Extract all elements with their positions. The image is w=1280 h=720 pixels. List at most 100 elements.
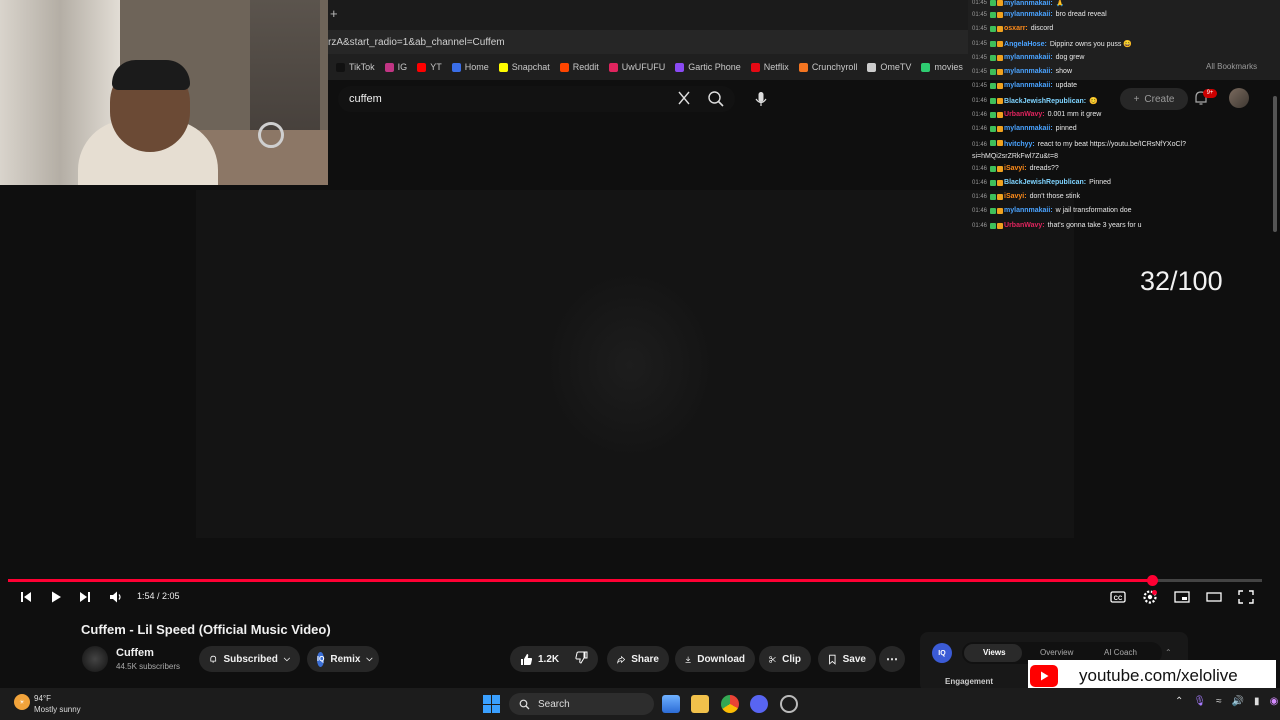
webcam-person-cap xyxy=(112,60,190,90)
share-button[interactable]: Share xyxy=(607,646,669,672)
bookmark-item[interactable]: TikTok xyxy=(336,62,375,72)
microphone-icon[interactable]: 🎙 xyxy=(1193,696,1206,707)
bookmark-item[interactable]: Netflix xyxy=(750,62,789,72)
clear-search-button[interactable] xyxy=(676,89,692,107)
chat-timestamp: 01:45 xyxy=(972,82,988,89)
voice-search-button[interactable] xyxy=(750,87,772,111)
channel-avatar[interactable] xyxy=(82,646,108,672)
chat-username[interactable]: mylannmakaii: xyxy=(1004,0,1053,7)
chat-username[interactable]: osxarr: xyxy=(1004,25,1028,32)
channel-name[interactable]: Cuffem xyxy=(116,647,154,659)
weather-icon[interactable]: ☀ xyxy=(14,694,30,710)
start-tile xyxy=(492,695,500,704)
chat-username[interactable]: mylannmakaii: xyxy=(1004,11,1053,18)
chat-message: 01:46 iSavyi: dreads?? xyxy=(972,165,1272,172)
clip-button[interactable]: Clip xyxy=(759,646,811,672)
windows-start-button[interactable] xyxy=(483,695,501,713)
stream-url-text: youtube.com/xelolive xyxy=(1079,666,1238,685)
bookmark-favicon-icon xyxy=(608,62,618,72)
chevron-up-icon[interactable]: ⌃ xyxy=(1165,648,1172,657)
chat-username[interactable]: UrbanWavy: xyxy=(1004,111,1045,118)
chat-username[interactable]: AngelaHose: xyxy=(1004,41,1047,48)
volume-button[interactable] xyxy=(107,588,125,606)
chat-username[interactable]: mylannmakaii: xyxy=(1004,68,1053,75)
chat-message: 01:46 UrbanWavy: that's gonna take 3 years… xyxy=(972,222,1272,229)
remix-button[interactable]: IQ Remix ⌵ xyxy=(307,646,379,672)
chat-badge-icon xyxy=(990,222,997,229)
wifi-icon[interactable]: ≈ xyxy=(1216,696,1222,707)
chat-username[interactable]: BlackJewishRepublican: xyxy=(1004,98,1086,105)
chat-username[interactable]: hvitchyy: xyxy=(1004,141,1035,148)
bookmark-item[interactable]: movies xyxy=(921,62,963,72)
new-tab-button[interactable]: + xyxy=(330,6,338,21)
more-actions-button[interactable]: ⋯ xyxy=(879,646,905,672)
settings-button[interactable] xyxy=(1141,588,1159,606)
theater-mode-button[interactable] xyxy=(1205,588,1223,606)
chat-username[interactable]: UrbanWavy: xyxy=(1004,222,1045,229)
chat-badge-icon xyxy=(997,179,1004,186)
chat-username[interactable]: mylannmakaii: xyxy=(1004,82,1053,89)
chat-username[interactable]: BlackJewishRepublican: xyxy=(1004,179,1086,186)
subscribed-button[interactable]: Subscribed ⌵ xyxy=(199,646,300,672)
bookmark-label: Reddit xyxy=(572,62,599,72)
bookmark-label: TikTok xyxy=(349,62,375,72)
discord-icon[interactable] xyxy=(750,695,768,713)
bookmark-label: UwUFUFU xyxy=(621,62,666,72)
like-button[interactable]: 1.2K xyxy=(520,653,559,666)
search-query[interactable]: cuffem xyxy=(349,93,382,105)
volume-icon xyxy=(110,591,121,603)
bookmark-item[interactable]: Reddit xyxy=(559,62,599,72)
chat-username[interactable]: iSavyi: xyxy=(1004,165,1027,172)
scrubber-handle[interactable] xyxy=(1146,575,1158,586)
chrome-icon[interactable] xyxy=(721,695,739,713)
taskbar-search[interactable]: Search xyxy=(509,693,654,715)
save-button[interactable]: Save xyxy=(818,646,876,672)
chat-text: bro dread reveal xyxy=(1055,11,1107,18)
bookmark-item[interactable]: YT xyxy=(417,62,442,72)
chevron-down-icon: ⌵ xyxy=(283,654,290,663)
tab-overview[interactable]: Overview xyxy=(1040,648,1073,657)
start-tile xyxy=(492,704,500,713)
battery-icon[interactable]: ▮ xyxy=(1254,696,1260,707)
page-scrollbar[interactable] xyxy=(1273,96,1277,232)
bookmark-item[interactable]: Home xyxy=(451,62,489,72)
bookmark-item[interactable]: Snapchat xyxy=(498,62,550,72)
chat-message: 01:45 mylannmakaii: dog grew xyxy=(972,54,1272,61)
miniplayer-button[interactable] xyxy=(1173,588,1191,606)
chat-username[interactable]: iSavyi: xyxy=(1004,193,1027,200)
tab-views[interactable]: Views xyxy=(983,648,1006,657)
obs-icon[interactable] xyxy=(780,695,798,713)
bookmark-item[interactable]: OmeTV xyxy=(867,62,911,72)
share-icon xyxy=(617,655,626,664)
bookmark-item[interactable]: Crunchyroll xyxy=(798,62,857,72)
chat-username[interactable]: mylannmakaii: xyxy=(1004,207,1053,214)
bookmark-label: OmeTV xyxy=(880,62,912,72)
taskview-app-icon[interactable] xyxy=(662,695,680,713)
chat-username[interactable]: mylannmakaii: xyxy=(1004,54,1053,61)
search-button[interactable] xyxy=(704,87,728,111)
next-button[interactable] xyxy=(76,588,94,606)
chat-text: w jail transformation doe xyxy=(1055,207,1132,214)
address-text[interactable]: rzA&start_radio=1&ab_channel=Cuffem xyxy=(328,37,505,48)
dislike-button[interactable] xyxy=(575,651,588,667)
fullscreen-button[interactable] xyxy=(1237,588,1255,606)
file-explorer-icon[interactable] xyxy=(691,695,709,713)
chat-timestamp: 01:45 xyxy=(972,25,988,32)
skip-previous-icon xyxy=(21,592,31,602)
speaker-icon[interactable]: 🔊 xyxy=(1232,696,1244,707)
counter-overlay: 32/100 xyxy=(1140,266,1223,296)
chat-text: 0.001 mm it grew xyxy=(1047,111,1102,118)
play-button[interactable] xyxy=(47,588,65,606)
chevron-up-icon[interactable]: ⌃ xyxy=(1175,696,1183,707)
chat-timestamp: 01:45 xyxy=(972,54,988,61)
notification-tray-icon[interactable]: ◉ xyxy=(1270,696,1279,707)
tab-ai-coach[interactable]: AI Coach xyxy=(1104,648,1137,657)
bookmark-item[interactable]: IG xyxy=(384,62,407,72)
chat-badge-icon xyxy=(997,125,1004,132)
bookmark-item[interactable]: Gartic Phone xyxy=(675,62,741,72)
captions-button[interactable]: CC xyxy=(1109,588,1127,606)
download-button[interactable]: Download xyxy=(675,646,755,672)
bookmark-item[interactable]: UwUFUFU xyxy=(608,62,666,72)
previous-button[interactable] xyxy=(17,588,35,606)
chat-username[interactable]: mylannmakaii: xyxy=(1004,125,1053,132)
